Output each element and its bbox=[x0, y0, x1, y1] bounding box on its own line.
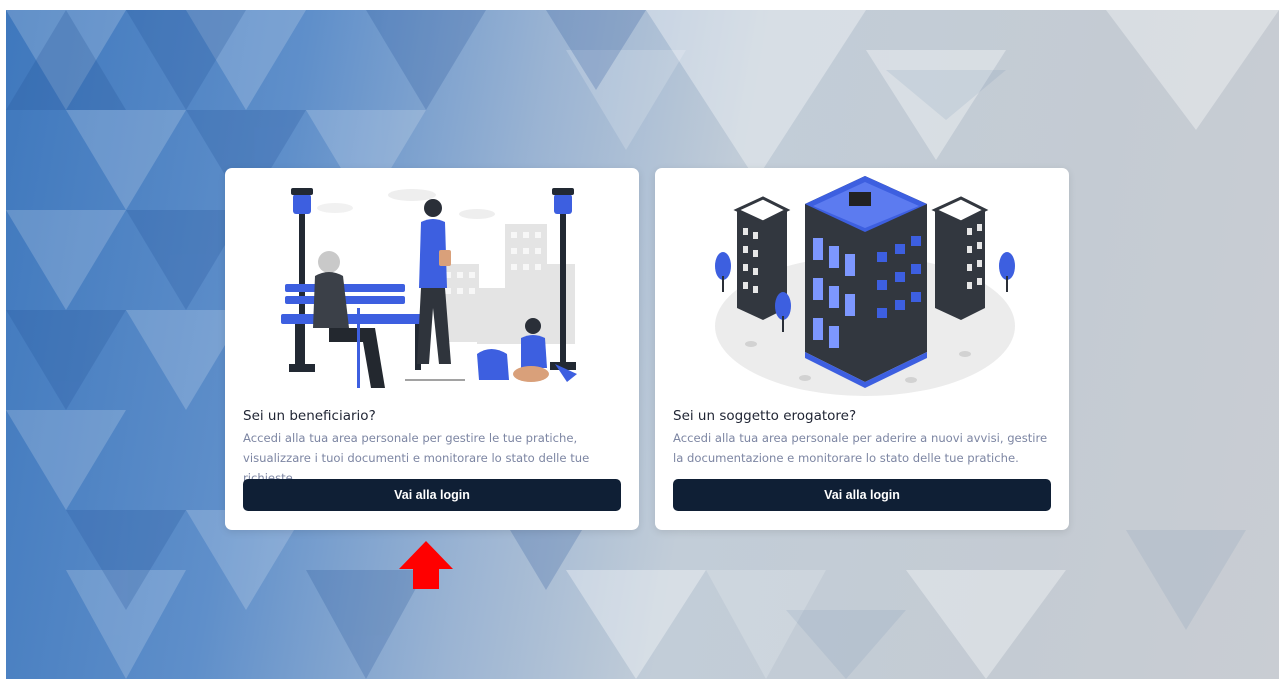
login-button-beneficiary[interactable]: Vai alla login bbox=[243, 479, 621, 511]
provider-card: Sei un soggetto erogatore? Accedi alla t… bbox=[655, 168, 1069, 530]
card-title: Sei un soggetto erogatore? bbox=[673, 408, 857, 424]
park-people-illustration bbox=[281, 188, 577, 388]
card-title: Sei un beneficiario? bbox=[243, 408, 376, 424]
login-button-provider[interactable]: Vai alla login bbox=[673, 479, 1051, 511]
red-up-arrow-icon bbox=[399, 541, 453, 589]
beneficiary-card: Sei un beneficiario? Accedi alla tua are… bbox=[225, 168, 639, 530]
buildings-illustration bbox=[715, 176, 1015, 396]
page-background: Sei un beneficiario? Accedi alla tua are… bbox=[6, 10, 1279, 679]
triangle-pattern-background bbox=[6, 10, 1279, 679]
card-description: Accedi alla tua area personale per aderi… bbox=[673, 431, 1048, 465]
